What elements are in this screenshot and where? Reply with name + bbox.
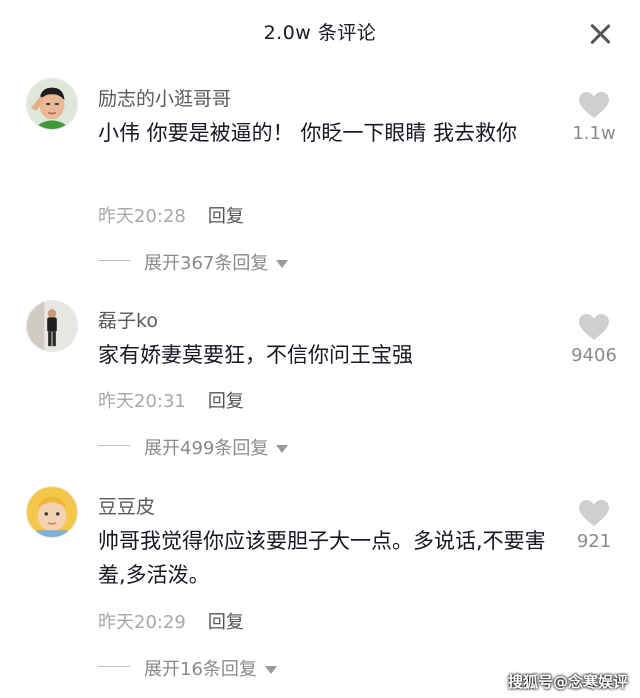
comment-meta: 昨天20:28 回复	[98, 202, 244, 228]
comment-time: 昨天20:31	[98, 391, 186, 412]
comment-text: 小伟 你要是被逼的！ 你眨一下眼睛 我去救你	[98, 121, 518, 145]
comments-header: 2.0w 条评论	[0, 0, 640, 64]
expand-replies-label: 展开499条回复	[144, 438, 269, 459]
watermark: 搜狐号@念寒娱评	[507, 673, 628, 691]
heart-icon	[579, 92, 609, 118]
comment-time: 昨天20:29	[98, 612, 186, 633]
divider-line	[98, 260, 130, 261]
comment-meta: 昨天20:29 回复	[98, 608, 244, 634]
reply-button[interactable]: 回复	[208, 206, 244, 227]
comment-text: 家有娇妻莫要狂，不信你问王宝强	[98, 343, 413, 367]
close-icon[interactable]	[588, 22, 612, 46]
comment-username[interactable]: 磊子ko	[98, 306, 158, 333]
caret-down-icon	[264, 666, 277, 674]
reply-button[interactable]: 回复	[208, 391, 244, 412]
comment-username[interactable]: 励志的小逛哥哥	[98, 84, 231, 111]
baby-avatar-icon	[27, 487, 77, 537]
like-button[interactable]: 9406	[562, 314, 626, 366]
comment-meta: 昨天20:31 回复	[98, 387, 244, 413]
comments-panel: 2.0w 条评论 励志的小逛哥哥 小伟 你要是被逼的！ 你眨一下眼睛 我去救你 …	[0, 0, 640, 698]
heart-icon	[579, 314, 609, 340]
like-button[interactable]: 921	[562, 500, 626, 552]
standing-person-avatar-icon	[27, 301, 77, 351]
comment-time: 昨天20:28	[98, 206, 186, 227]
reply-button[interactable]: 回复	[208, 612, 244, 633]
caret-down-icon	[276, 445, 289, 453]
avatar[interactable]	[26, 300, 78, 352]
like-count: 921	[576, 531, 612, 552]
comment-count-title: 2.0w 条评论	[263, 22, 377, 44]
divider-line	[98, 445, 130, 446]
avatar[interactable]	[26, 486, 78, 538]
expand-replies-label: 展开16条回复	[144, 659, 257, 680]
like-count: 9406	[571, 345, 617, 366]
like-button[interactable]: 1.1w	[562, 92, 626, 144]
like-count: 1.1w	[572, 123, 616, 144]
divider-line	[98, 666, 130, 667]
comment-username[interactable]: 豆豆皮	[98, 492, 155, 519]
boy-saluting-avatar-icon	[27, 79, 77, 129]
avatar[interactable]	[26, 78, 78, 130]
caret-down-icon	[276, 260, 289, 268]
comment-text: 帅哥我觉得你应该要胆子大一点。多说话,不要害羞,多活泼。	[98, 529, 546, 587]
heart-icon	[579, 500, 609, 526]
expand-replies-label: 展开367条回复	[144, 253, 269, 274]
